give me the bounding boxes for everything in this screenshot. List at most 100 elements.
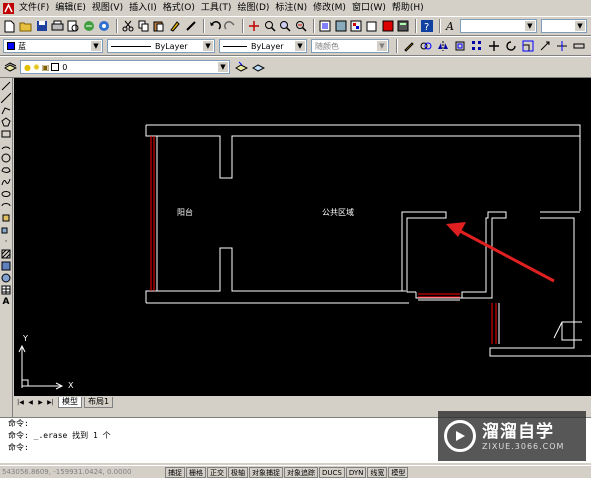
- line-icon[interactable]: [1, 80, 12, 91]
- lineweight-toggle[interactable]: 线宽: [367, 466, 388, 478]
- rotate-icon[interactable]: [503, 39, 518, 54]
- tab-layout1[interactable]: 布局1: [84, 396, 114, 408]
- array-icon[interactable]: [469, 39, 484, 54]
- paste-icon[interactable]: [153, 19, 167, 34]
- menu-edit[interactable]: 编辑(E): [52, 0, 89, 16]
- menu-help[interactable]: 帮助(H): [389, 0, 427, 16]
- point-icon[interactable]: ·: [1, 236, 12, 247]
- publish-icon[interactable]: [82, 19, 96, 34]
- copy-icon[interactable]: [137, 19, 151, 34]
- pencil-icon[interactable]: [401, 39, 416, 54]
- snap-toggle[interactable]: 捕捉: [165, 466, 185, 478]
- polar-toggle[interactable]: 极轴: [228, 466, 248, 478]
- next-tab-icon[interactable]: ▶: [36, 398, 45, 407]
- stretch-icon[interactable]: [537, 39, 552, 54]
- block-editor-icon[interactable]: [184, 19, 198, 34]
- plot-preview-icon[interactable]: [66, 19, 80, 34]
- design-center-icon[interactable]: [334, 19, 348, 34]
- model-space-toggle[interactable]: 模型: [388, 466, 409, 478]
- tool-palettes-icon[interactable]: [349, 19, 363, 34]
- offset-icon[interactable]: [452, 39, 467, 54]
- properties-icon[interactable]: [318, 19, 332, 34]
- new-file-icon[interactable]: [3, 19, 17, 34]
- dyn-toggle[interactable]: DYN: [345, 466, 367, 478]
- ortho-toggle[interactable]: 正交: [207, 466, 227, 478]
- circle-icon[interactable]: [1, 152, 12, 163]
- undo-icon[interactable]: [208, 19, 222, 34]
- plotstyle-combo[interactable]: 随颜色 ▼: [311, 39, 389, 53]
- osnap-toggle[interactable]: 对象捕捉: [249, 466, 283, 478]
- extend-icon[interactable]: [571, 39, 586, 54]
- plot-icon[interactable]: [50, 19, 64, 34]
- first-tab-icon[interactable]: |◀: [16, 398, 25, 407]
- layer-manager-icon[interactable]: [3, 60, 18, 75]
- open-folder-icon[interactable]: [19, 19, 33, 34]
- menu-draw[interactable]: 绘图(D): [234, 0, 272, 16]
- linetype-combo[interactable]: ByLayer ▼: [107, 39, 215, 53]
- polygon-icon[interactable]: [1, 116, 12, 127]
- 3d-dwf-icon[interactable]: [98, 19, 112, 34]
- menu-dimension[interactable]: 标注(N): [272, 0, 310, 16]
- menu-modify[interactable]: 修改(M): [310, 0, 349, 16]
- make-block-icon[interactable]: [1, 224, 12, 235]
- insert-block-icon[interactable]: [1, 212, 12, 223]
- menu-file[interactable]: 文件(F): [16, 0, 52, 16]
- previous-tab-icon[interactable]: ◀: [26, 398, 35, 407]
- redo-icon[interactable]: [223, 19, 237, 34]
- multiline-text-icon[interactable]: A: [1, 296, 12, 307]
- rectangle-icon[interactable]: [1, 128, 12, 139]
- trim-icon[interactable]: [554, 39, 569, 54]
- ducs-toggle[interactable]: DUCS: [319, 466, 345, 478]
- text-style-icon[interactable]: A: [444, 19, 458, 34]
- match-properties-icon[interactable]: [168, 19, 182, 34]
- zoom-window-icon[interactable]: [279, 19, 293, 34]
- mirror-icon[interactable]: [435, 39, 450, 54]
- floor-plan-drawing: [18, 124, 591, 390]
- quickcalc-icon[interactable]: [396, 19, 410, 34]
- zoom-previous-icon[interactable]: [294, 19, 308, 34]
- drawing-canvas[interactable]: 阳台 公共区域 Y X: [14, 78, 591, 396]
- copy-object-icon[interactable]: [418, 39, 433, 54]
- ellipse-arc-icon[interactable]: [1, 200, 12, 211]
- construction-line-icon[interactable]: [1, 92, 12, 103]
- spline-icon[interactable]: [1, 176, 12, 187]
- color-combo[interactable]: 蓝 ▼: [3, 39, 103, 53]
- ellipse-icon[interactable]: [1, 188, 12, 199]
- sheet-set-icon[interactable]: [365, 19, 379, 34]
- save-icon[interactable]: [35, 19, 49, 34]
- cut-icon[interactable]: [121, 19, 135, 34]
- pan-icon[interactable]: [247, 19, 261, 34]
- markup-icon[interactable]: [381, 19, 395, 34]
- region-icon[interactable]: [1, 272, 12, 283]
- zoom-realtime-icon[interactable]: [263, 19, 277, 34]
- lineweight-value: ByLayer: [251, 41, 284, 51]
- table-icon[interactable]: [1, 284, 12, 295]
- sun-icon: ✺: [32, 62, 40, 72]
- grid-toggle[interactable]: 栅格: [186, 466, 206, 478]
- menu-view[interactable]: 视图(V): [89, 0, 126, 16]
- layer-combo[interactable]: ● ✺ ▣ 0 ▼: [20, 60, 230, 74]
- arc-icon[interactable]: [1, 140, 12, 151]
- menu-window[interactable]: 窗口(W): [349, 0, 389, 16]
- wall-top: [146, 124, 581, 211]
- menu-tools[interactable]: 工具(T): [198, 0, 235, 16]
- coordinates-readout[interactable]: 543056.8609, -159931.0424, 0.0000: [0, 468, 165, 476]
- last-tab-icon[interactable]: ▶|: [46, 398, 55, 407]
- make-object-layer-current-icon[interactable]: [234, 60, 249, 75]
- move-icon[interactable]: [486, 39, 501, 54]
- dim-style-combo[interactable]: ▼: [540, 19, 587, 33]
- scale-icon[interactable]: [520, 39, 535, 54]
- lineweight-combo[interactable]: ByLayer ▼: [219, 39, 307, 53]
- layer-previous-icon[interactable]: [251, 60, 266, 75]
- autocad-app-icon[interactable]: [2, 2, 14, 14]
- menu-format[interactable]: 格式(O): [160, 0, 198, 16]
- gradient-icon[interactable]: [1, 260, 12, 271]
- otrack-toggle[interactable]: 对象追踪: [284, 466, 318, 478]
- hatch-icon[interactable]: [1, 248, 12, 259]
- revision-cloud-icon[interactable]: [1, 164, 12, 175]
- polyline-icon[interactable]: [1, 104, 12, 115]
- tab-model[interactable]: 模型: [58, 396, 82, 408]
- text-style-combo[interactable]: ▼: [459, 19, 537, 33]
- help-icon[interactable]: ?: [420, 19, 434, 34]
- menu-insert[interactable]: 插入(I): [126, 0, 160, 16]
